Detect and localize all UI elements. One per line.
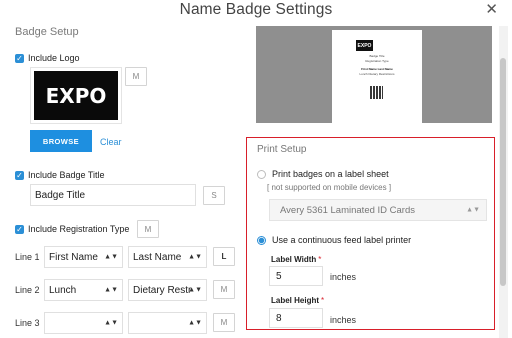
chevron-down-icon: ▲▼ — [188, 253, 202, 261]
print-setup-title: Print Setup — [257, 144, 307, 155]
line-1-field-a-value: First Name — [49, 251, 98, 263]
include-registration-type-checkbox[interactable]: ✓ Include Registration Type — [15, 224, 129, 234]
chevron-down-icon: ▲▼ — [466, 206, 480, 214]
line-2-field-b-value: Dietary Restr — [133, 284, 192, 296]
line-3-label: Line 3 — [15, 318, 40, 328]
label-width-input[interactable]: 5 — [269, 266, 323, 286]
line-3-field-a-select[interactable]: ▲▼ — [44, 312, 123, 334]
clear-link[interactable]: Clear — [100, 137, 122, 147]
checkbox-checked-icon[interactable]: ✓ — [15, 224, 24, 234]
preview-logo: EXPO — [356, 40, 373, 51]
close-icon[interactable]: ✕ — [485, 1, 498, 19]
badge-preview-card: EXPO Badge Title Registration Type First… — [332, 30, 422, 123]
browse-button[interactable]: BROWSE — [30, 130, 92, 152]
label-sheet-type-select[interactable]: Avery 5361 Laminated ID Cards ▲▼ — [269, 199, 487, 221]
line-3-field-b-select[interactable]: ▲▼ — [128, 312, 207, 334]
label-width-text: Label Width — [271, 255, 317, 264]
continuous-feed-option[interactable]: Use a continuous feed label printer — [257, 235, 411, 245]
line-1-field-a-select[interactable]: First Name ▲▼ — [44, 246, 123, 268]
include-registration-type-label: Include Registration Type — [28, 224, 130, 234]
chevron-down-icon: ▲▼ — [104, 286, 118, 294]
scrollbar-thumb[interactable] — [500, 58, 506, 286]
include-logo-checkbox[interactable]: ✓ Include Logo — [15, 53, 80, 63]
include-badge-title-label: Include Badge Title — [28, 170, 105, 180]
preview-line-title: Badge Title — [369, 54, 385, 58]
checkbox-checked-icon[interactable]: ✓ — [15, 53, 24, 63]
line-2-field-a-value: Lunch — [49, 284, 77, 296]
preview-line-lunch: Lunch Dietary Restrictions — [359, 72, 395, 76]
checkbox-checked-icon[interactable]: ✓ — [15, 170, 24, 180]
chevron-down-icon: ▲▼ — [104, 253, 118, 261]
label-height-input[interactable]: 8 — [269, 308, 323, 328]
expo-logo-text: EXPO — [45, 83, 107, 108]
badge-setup-title: Badge Setup — [15, 26, 79, 38]
preview-line-regtype: Registration Type — [365, 59, 389, 63]
label-sheet-type-value: Avery 5361 Laminated ID Cards — [280, 204, 416, 216]
line-1-size-button[interactable]: L — [213, 247, 235, 266]
label-sheet-option[interactable]: Print badges on a label sheet — [257, 169, 389, 179]
logo-size-button[interactable]: M — [125, 67, 147, 86]
logo-preview: EXPO — [30, 67, 122, 124]
registration-type-size-button[interactable]: M — [137, 220, 159, 238]
line-2-size-button[interactable]: M — [213, 280, 235, 299]
badge-title-input[interactable]: Badge Title — [30, 184, 196, 206]
continuous-feed-option-label: Use a continuous feed label printer — [272, 235, 412, 245]
line-2-field-b-select[interactable]: Dietary Restr ▲▼ — [128, 279, 207, 301]
chevron-down-icon: ▲▼ — [188, 286, 202, 294]
preview-line-name: First Name Last Name — [361, 67, 393, 71]
dialog-header: Name Badge Settings ✕ — [0, 0, 512, 26]
label-width-label: Label Width * — [271, 255, 321, 264]
chevron-down-icon: ▲▼ — [188, 319, 202, 327]
mobile-support-note: [ not supported on mobile devices ] — [267, 183, 392, 192]
radio-selected-icon[interactable] — [257, 235, 266, 245]
include-logo-label: Include Logo — [28, 53, 80, 63]
badge-title-size-button[interactable]: S — [203, 186, 225, 205]
line-3-size-button[interactable]: M — [213, 313, 235, 332]
required-mark: * — [321, 296, 325, 305]
expo-logo: EXPO — [34, 71, 118, 120]
chevron-down-icon: ▲▼ — [104, 319, 118, 327]
badge-preview-area: EXPO Badge Title Registration Type First… — [256, 26, 492, 123]
line-2-field-a-select[interactable]: Lunch ▲▼ — [44, 279, 123, 301]
line-1-field-b-value: Last Name — [133, 251, 182, 263]
label-width-unit: inches — [330, 272, 357, 282]
label-sheet-option-label: Print badges on a label sheet — [272, 169, 389, 179]
line-1-label: Line 1 — [15, 252, 40, 262]
include-badge-title-checkbox[interactable]: ✓ Include Badge Title — [15, 170, 105, 180]
required-mark: * — [318, 255, 322, 264]
label-height-text: Label Height — [271, 296, 320, 305]
line-1-field-b-select[interactable]: Last Name ▲▼ — [128, 246, 207, 268]
dialog-title: Name Badge Settings — [179, 1, 333, 18]
radio-unselected-icon[interactable] — [257, 169, 266, 179]
qr-code-icon — [370, 86, 383, 99]
line-2-label: Line 2 — [15, 285, 40, 295]
label-height-unit: inches — [330, 315, 357, 325]
print-setup-panel: Print Setup Print badges on a label shee… — [246, 137, 495, 330]
label-height-label: Label Height * — [271, 296, 324, 305]
